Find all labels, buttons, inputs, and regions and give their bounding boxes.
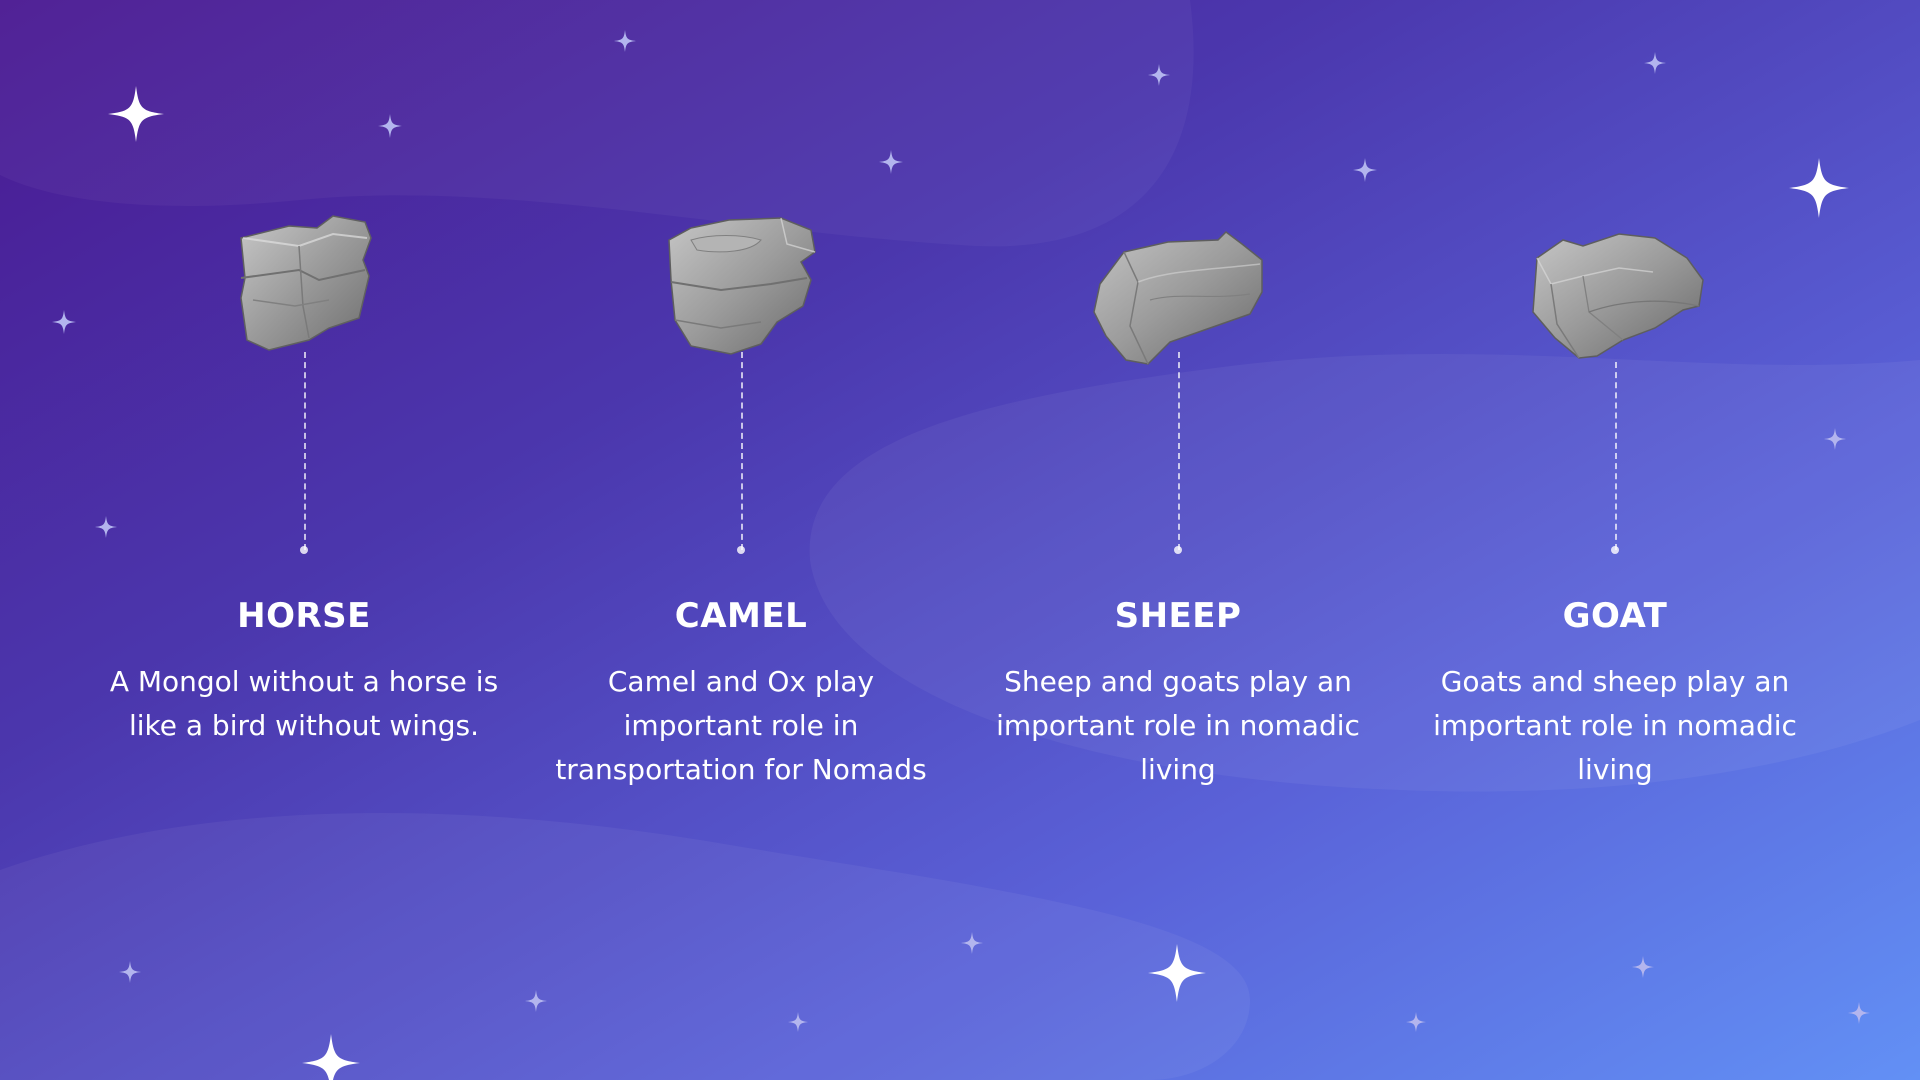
sparkle-star-icon (1632, 956, 1654, 978)
card-description: Goats and sheep play an important role i… (1433, 665, 1797, 786)
connector-line (741, 352, 743, 550)
sparkle-star-icon (302, 1034, 360, 1080)
connector-line (304, 352, 306, 550)
sparkle-star-icon (525, 990, 547, 1012)
card-description: Sheep and goats play an important role i… (996, 665, 1360, 786)
stone-rock-icon (1093, 231, 1263, 365)
connector-line (1615, 362, 1617, 550)
stone-rock-icon (668, 217, 816, 355)
sparkle-star-icon (1148, 64, 1170, 86)
sparkle-star-icon (1406, 1012, 1426, 1032)
card-title: SHEEP (1114, 596, 1242, 636)
sparkle-star-icon (108, 86, 164, 142)
slide: HORSE A Mongol without a horse is like a… (0, 0, 1920, 1080)
sparkle-star-icon (378, 114, 402, 138)
connector-line (1178, 352, 1180, 550)
sparkle-star-icon (961, 932, 983, 954)
sparkle-star-icon (1789, 158, 1849, 218)
connector-dot (1611, 546, 1619, 554)
sparkle-star-icon (119, 961, 141, 983)
card-horse: HORSE A Mongol without a horse is like a… (84, 210, 524, 850)
sparkle-star-icon (1353, 158, 1377, 182)
connector-dot (1174, 546, 1182, 554)
sparkle-star-icon (614, 30, 636, 52)
card-title: CAMEL (674, 596, 808, 636)
sparkle-star-icon (1848, 1002, 1870, 1024)
sparkle-star-icon (1148, 944, 1206, 1002)
connector-dot (300, 546, 308, 554)
sparkle-star-icon (879, 150, 903, 174)
card-description: A Mongol without a horse is like a bird … (109, 665, 499, 742)
sparkle-star-icon (52, 310, 76, 334)
sparkle-star-icon (1644, 52, 1666, 74)
card-description: Camel and Ox play important role in tran… (555, 665, 927, 786)
card-goat: GOAT Goats and sheep play an important r… (1395, 210, 1835, 850)
connector-dot (737, 546, 745, 554)
stone-rock-icon (240, 215, 372, 351)
card-camel: CAMEL Camel and Ox play important role i… (521, 210, 961, 850)
card-title: HORSE (237, 596, 371, 636)
card-title: GOAT (1562, 596, 1668, 636)
card-sheep: SHEEP Sheep and goats play an important … (958, 210, 1398, 850)
sparkle-star-icon (788, 1012, 808, 1032)
stone-rock-icon (1532, 233, 1704, 359)
